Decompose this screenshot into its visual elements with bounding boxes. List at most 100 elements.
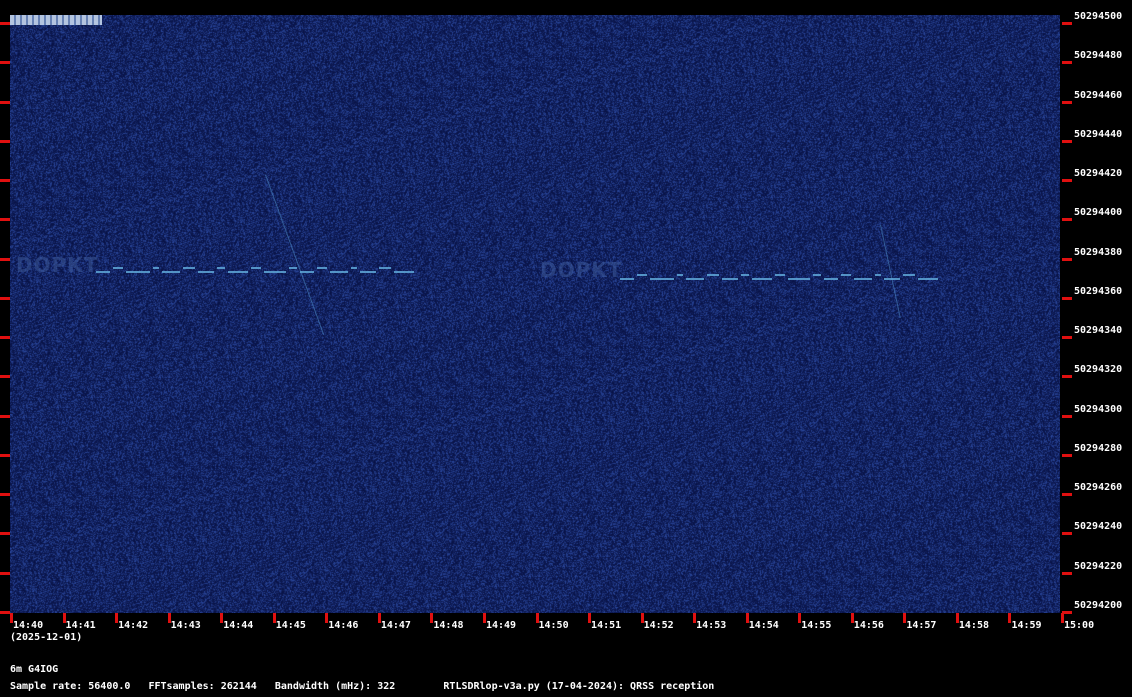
program-info: RTLSDRlop-v3a.py (17-04-2024): QRSS rece… <box>443 681 715 692</box>
corner-mark <box>10 15 102 25</box>
date-label: (2025-12-01) <box>10 632 83 643</box>
y-tick-label: 50294380 <box>1074 246 1123 258</box>
y-tick-label: 50294420 <box>1074 168 1123 179</box>
y-tick-left <box>0 610 10 614</box>
y-tick-label: 50294440 <box>1074 128 1123 140</box>
y-tick-right <box>1062 414 1072 418</box>
signal-dash <box>707 274 719 276</box>
x-tick-label: 14:58 <box>958 620 989 631</box>
signal-dash <box>217 267 225 269</box>
signal-dash <box>722 278 738 280</box>
ghost-callsign-1: DOPKT <box>16 253 99 277</box>
x-tick-label: 14:56 <box>853 620 884 631</box>
waterfall-noise <box>10 15 1060 613</box>
signal-dash <box>903 274 915 276</box>
y-tick-right <box>1062 375 1072 379</box>
x-tick-label: 14:40 <box>13 620 44 631</box>
y-tick-right <box>1062 336 1072 339</box>
signal-dash <box>162 271 180 273</box>
y-tick-right <box>1062 296 1072 300</box>
signal-dash <box>228 271 248 273</box>
x-tick-label: 14:42 <box>118 620 149 631</box>
y-tick-label: 50294240 <box>1074 521 1123 533</box>
x-tick-label: 15:00 <box>1064 620 1095 631</box>
band-callsign-label: 6m G4IOG <box>10 664 59 675</box>
signal-dash <box>752 278 772 280</box>
waterfall-spectrogram: DOPKT DOPKT <box>10 15 1060 613</box>
signal-dash <box>183 267 195 269</box>
signal-dash <box>775 274 785 276</box>
bandwidth: Bandwidth (mHz): 322 <box>274 681 396 692</box>
signal-dash <box>854 278 872 280</box>
y-tick-left <box>0 257 10 261</box>
y-tick-left <box>0 336 10 339</box>
x-tick-label: 14:57 <box>906 620 937 631</box>
x-tick-label: 14:55 <box>801 620 832 631</box>
y-tick-left <box>0 61 10 65</box>
y-tick-left <box>0 571 10 575</box>
signal-dash <box>841 274 851 276</box>
sample-rate: Sample rate: 56400.0 <box>10 681 131 692</box>
signal-dash <box>289 267 297 269</box>
y-tick-right <box>1062 571 1072 575</box>
y-tick-label: 50294260 <box>1074 482 1123 493</box>
signal-dash <box>251 267 261 269</box>
signal-dash <box>686 278 704 280</box>
x-tick-label: 14:48 <box>433 620 464 631</box>
x-tick-label: 14:52 <box>643 620 674 631</box>
signal-dash <box>379 267 391 269</box>
signal-dash <box>875 274 881 276</box>
signal-dash <box>113 267 123 269</box>
y-tick-left <box>0 100 10 104</box>
y-tick-label: 50294480 <box>1074 50 1123 62</box>
signal-dash <box>918 278 938 280</box>
y-tick-right <box>1062 179 1072 182</box>
x-tick-label: 14:43 <box>170 620 201 631</box>
y-tick-label: 50294280 <box>1074 442 1123 454</box>
x-tick-label: 14:51 <box>591 620 622 631</box>
y-tick-right <box>1062 257 1072 261</box>
y-tick-left <box>0 493 10 496</box>
x-tick-label: 14:49 <box>485 620 517 631</box>
x-tick-label: 14:46 <box>328 620 359 631</box>
x-tick-label: 14:41 <box>65 620 96 631</box>
ghost-callsign-2: DOPKT <box>540 258 623 282</box>
signal-dash <box>330 271 348 273</box>
signal-dash <box>650 278 674 280</box>
y-tick-left <box>0 296 10 300</box>
y-tick-right <box>1062 218 1072 222</box>
signal-dash <box>360 271 376 273</box>
y-tick-label: 50294300 <box>1074 403 1123 415</box>
signal-dash <box>813 274 821 276</box>
x-tick-label: 14:50 <box>538 620 569 631</box>
y-tick-right <box>1062 100 1072 104</box>
y-tick-label: 50294200 <box>1074 599 1123 611</box>
y-tick-right <box>1062 139 1072 143</box>
signal-dash <box>153 267 159 269</box>
x-tick-label: 14:44 <box>223 620 254 631</box>
y-tick-left <box>0 453 10 457</box>
y-tick-label: 50294220 <box>1074 560 1123 572</box>
y-tick-label: 50294320 <box>1074 364 1123 376</box>
signal-dash <box>394 271 414 273</box>
signal-dash <box>300 271 314 273</box>
x-tick-label: 14:59 <box>1011 620 1042 631</box>
signal-dash <box>96 271 110 273</box>
x-tick-label: 14:53 <box>696 620 727 631</box>
x-tick-label: 14:45 <box>275 620 306 631</box>
y-tick-label: 50294360 <box>1074 285 1123 297</box>
x-tick-label: 14:47 <box>380 620 411 631</box>
signal-dash <box>198 271 214 273</box>
y-tick-right <box>1062 493 1072 496</box>
fft-samples: FFTsamples: 262144 <box>148 681 257 692</box>
signal-dash <box>637 274 647 276</box>
y-tick-left <box>0 532 10 536</box>
signal-dash <box>620 278 634 280</box>
y-tick-label: 50294500 <box>1074 11 1123 22</box>
x-tick-label: 14:54 <box>748 620 779 631</box>
y-tick-left <box>0 22 10 25</box>
signal-dash <box>351 267 357 269</box>
signal-dash <box>788 278 810 280</box>
signal-dash <box>126 271 150 273</box>
y-tick-label: 50294340 <box>1074 325 1123 336</box>
